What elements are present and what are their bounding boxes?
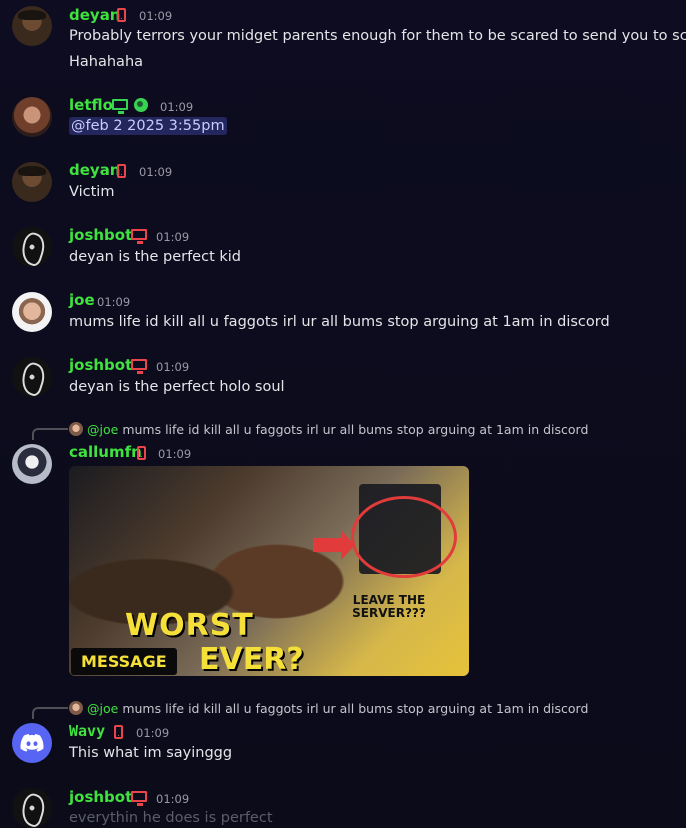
message-text: Hahahaha [69, 54, 144, 70]
timestamp: 01:09 [158, 447, 192, 461]
desktop-icon [112, 99, 128, 114]
timestamp: 01:09 [97, 295, 131, 309]
reply-avatar [69, 701, 83, 715]
reply-avatar [69, 422, 83, 436]
avatar[interactable] [12, 227, 52, 267]
username[interactable]: deyan [69, 161, 121, 179]
username[interactable]: joshbot [69, 226, 132, 244]
globe-icon [134, 98, 148, 112]
message-text: @feb 2 2025 3:55pm [69, 117, 227, 135]
reply-mention[interactable]: @joe [87, 422, 118, 437]
embed-caption: LEAVE THE SERVER??? [352, 593, 426, 620]
username[interactable]: letflo [69, 96, 113, 114]
desktop-icon [131, 791, 147, 806]
timestamp: 01:09 [156, 230, 190, 244]
username[interactable]: Wavy [69, 722, 105, 740]
message-text: deyan is the perfect kid [69, 249, 241, 265]
reply-text: mums life id kill all u faggots irl ur a… [122, 701, 589, 716]
message-text: This what im sayinggg [69, 745, 233, 761]
username[interactable]: joshbot [69, 356, 132, 374]
timestamp: 01:09 [156, 360, 190, 374]
avatar[interactable] [12, 97, 52, 137]
avatar[interactable] [12, 292, 52, 332]
embed-caption: MESSAGE [71, 648, 177, 675]
mobile-phone-icon [137, 446, 146, 460]
avatar[interactable] [12, 6, 52, 46]
embed-highlight-circle [351, 496, 457, 578]
chat-message-list: deyan 01:09 Probably terrors your midget… [0, 0, 686, 828]
avatar[interactable] [12, 723, 52, 763]
timestamp: 01:09 [139, 9, 173, 23]
username[interactable]: callumfn [69, 443, 142, 461]
reply-preview[interactable]: @joe mums life id kill all u faggots irl … [69, 422, 588, 437]
desktop-icon [131, 359, 147, 374]
discord-logo-icon [20, 734, 44, 752]
timestamp: 01:09 [160, 100, 194, 114]
mobile-phone-icon [114, 725, 123, 739]
avatar[interactable] [12, 788, 52, 828]
embed-caption: EVER? [199, 642, 304, 676]
username[interactable]: joshbot [69, 788, 132, 806]
message-text: mums life id kill all u faggots irl ur a… [69, 314, 610, 330]
reply-text: mums life id kill all u faggots irl ur a… [122, 422, 589, 437]
timestamp: 01:09 [139, 165, 173, 179]
username[interactable]: joe [69, 291, 95, 309]
mobile-phone-icon [117, 8, 126, 22]
avatar[interactable] [12, 444, 52, 484]
embed-arrow-graphic [313, 530, 355, 560]
reply-mention[interactable]: @joe [87, 701, 118, 716]
message-text: Victim [69, 184, 115, 200]
username[interactable]: deyan [69, 6, 121, 24]
reply-connector [32, 707, 68, 719]
message-text: everythin he does is perfect [69, 810, 273, 826]
message-text: Probably terrors your midget parents eno… [69, 28, 686, 44]
message-text: deyan is the perfect holo soul [69, 379, 285, 395]
avatar[interactable] [12, 162, 52, 202]
timestamp: 01:09 [156, 792, 190, 806]
image-attachment[interactable]: LEAVE THE SERVER??? WORST MESSAGE EVER? [69, 466, 469, 676]
timestamp: 01:09 [136, 726, 170, 740]
avatar[interactable] [12, 357, 52, 397]
reply-preview[interactable]: @joe mums life id kill all u faggots irl … [69, 701, 588, 716]
reply-connector [32, 428, 68, 440]
embed-caption: WORST [125, 608, 254, 643]
date-mention[interactable]: @feb 2 2025 3:55pm [69, 117, 227, 135]
desktop-icon [131, 229, 147, 244]
mobile-phone-icon [117, 164, 126, 178]
